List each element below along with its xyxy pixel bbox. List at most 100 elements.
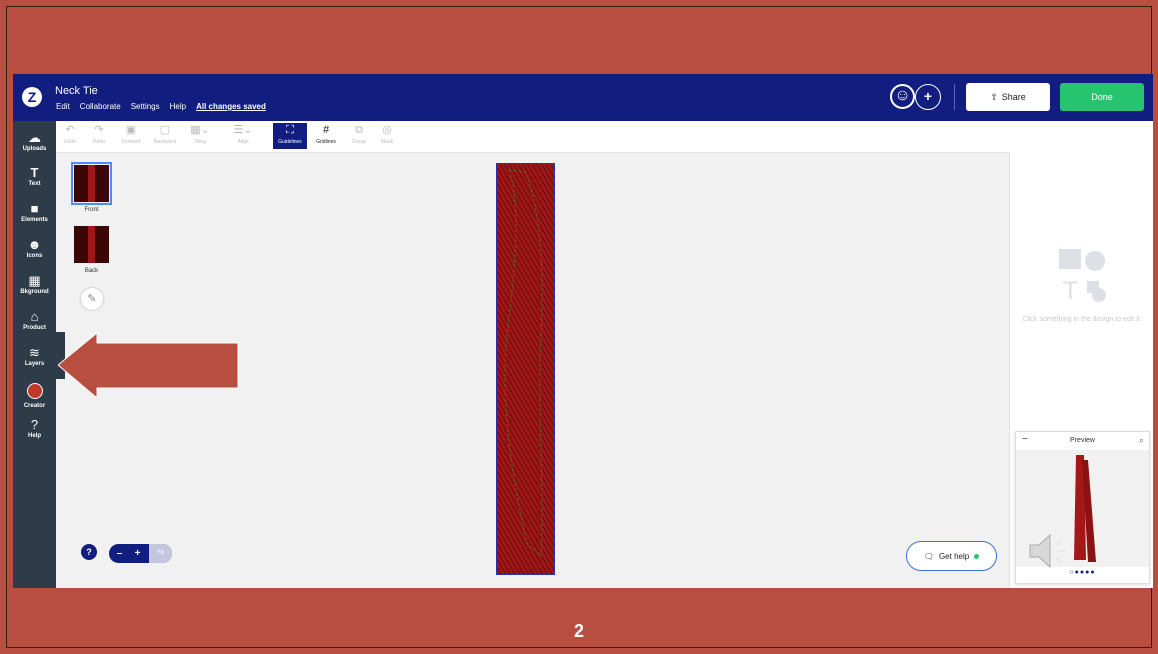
- forward-button[interactable]: ▣ Forward: [120, 123, 142, 145]
- help-icon: ?: [30, 417, 39, 432]
- pointer-arrow-icon: [58, 333, 239, 398]
- layers-icon: ≋: [29, 345, 40, 360]
- cloud-upload-icon: ☁: [28, 130, 41, 145]
- sidebar-item-uploads[interactable]: ☁ Uploads: [13, 130, 56, 152]
- menu-help[interactable]: Help: [170, 102, 186, 111]
- tool-label: Redo: [93, 139, 105, 145]
- tool-label: Guidelines: [278, 139, 302, 145]
- tie-outline: [504, 169, 543, 558]
- zoom-control: – + Fit: [109, 544, 172, 563]
- preview-title: Preview: [1070, 437, 1095, 444]
- sidebar-item-label: Elements: [21, 217, 48, 223]
- zazzle-logo-icon[interactable]: Z: [22, 87, 42, 107]
- tool-label: Gridlines: [316, 139, 336, 145]
- sidebar-item-help[interactable]: ? Help: [13, 417, 56, 439]
- sidebar-item-label: Product: [23, 325, 46, 331]
- sidebar-item-label: Layers: [24, 361, 45, 367]
- zoom-out-button[interactable]: –: [112, 544, 127, 563]
- group-icon: ⧉: [355, 124, 363, 136]
- tool-label: Backward: [154, 139, 176, 145]
- sidebar-item-elements[interactable]: ■ Elements: [13, 201, 56, 223]
- slide-number: 2: [573, 621, 584, 641]
- zoom-in-button[interactable]: +: [130, 544, 145, 563]
- page-thumbnail-front[interactable]: [71, 162, 112, 205]
- sidebar-item-layers[interactable]: ≋ Layers: [13, 345, 56, 367]
- sidebar-item-icons[interactable]: ☻ Icons: [13, 237, 56, 259]
- sidebar-item-label: Bkground: [20, 289, 49, 295]
- sidebar-item-text[interactable]: T Text: [13, 165, 56, 187]
- tie-stripe: [88, 226, 95, 263]
- guidelines-icon: ⛶: [286, 124, 294, 136]
- creator-avatar-icon: [13, 383, 56, 402]
- sidebar-item-label: Creator: [23, 403, 46, 409]
- add-collaborator-button[interactable]: +: [915, 84, 941, 110]
- done-button[interactable]: Done: [1060, 83, 1144, 111]
- user-avatar-icon[interactable]: ☺: [890, 84, 915, 109]
- empty-state-icon: T: [1059, 249, 1106, 305]
- magnify-icon[interactable]: ⌕: [1139, 435, 1144, 446]
- undo-icon: ↶: [65, 124, 75, 136]
- sidebar-item-label: Icons: [26, 253, 43, 259]
- redo-icon: ↷: [94, 124, 104, 136]
- tool-label: Tiling: [194, 139, 206, 145]
- editor-window: Z Neck Tie Edit Collaborate Settings Hel…: [13, 74, 1153, 588]
- sidebar-item-label: Uploads: [22, 146, 47, 152]
- save-status[interactable]: All changes saved: [196, 102, 266, 111]
- mask-icon: ◎: [382, 124, 392, 136]
- page-label-back: Back: [84, 268, 99, 274]
- svg-text:T: T: [1062, 277, 1078, 305]
- document-title[interactable]: Neck Tie: [55, 85, 98, 97]
- menu-bar: Edit Collaborate Settings Help All chang…: [56, 102, 266, 111]
- tool-label: Mask: [381, 139, 393, 145]
- share-icon: ⇧: [990, 91, 998, 102]
- redo-button[interactable]: ↷ Redo: [88, 123, 110, 145]
- menu-collaborate[interactable]: Collaborate: [80, 102, 121, 111]
- get-help-label: Get help: [938, 551, 970, 561]
- align-icon: ☰⌄: [233, 124, 253, 136]
- canvas-help-button[interactable]: ?: [81, 544, 97, 560]
- get-help-button[interactable]: 🗨 Get help: [906, 541, 997, 571]
- tiling-button[interactable]: ▦⌄ Tiling: [189, 123, 211, 145]
- gridlines-button[interactable]: # Gridlines: [315, 123, 337, 145]
- undo-button[interactable]: ↶ Undo: [59, 123, 81, 145]
- chat-icon: 🗨: [923, 551, 934, 561]
- backward-button[interactable]: ▢ Backward: [154, 123, 176, 145]
- forward-icon: ▣: [125, 124, 137, 136]
- page-label-front: Front: [84, 207, 99, 213]
- design-canvas-neck-tie[interactable]: [496, 163, 555, 575]
- empty-state-message: Click something in the design to edit it…: [1022, 316, 1142, 323]
- tie-stripe: [88, 165, 95, 202]
- speaker-icon[interactable]: [1026, 528, 1076, 574]
- guidelines-button[interactable]: ⛶ Guidelines: [273, 123, 307, 149]
- product-icon: ⌂: [30, 309, 39, 324]
- zoom-fit-button[interactable]: Fit: [149, 544, 172, 563]
- header-divider: [954, 84, 955, 110]
- share-label: Share: [1001, 92, 1026, 102]
- sidebar-item-creator[interactable]: Creator: [13, 383, 56, 409]
- menu-settings[interactable]: Settings: [131, 102, 160, 111]
- shapes-icon: ■: [30, 201, 39, 216]
- sidebar-item-label: Help: [27, 433, 41, 439]
- text-icon: T: [30, 165, 39, 180]
- tool-label: Align: [237, 139, 249, 145]
- align-button[interactable]: ☰⌄ Align: [232, 123, 254, 145]
- top-bar: Z Neck Tie Edit Collaborate Settings Hel…: [13, 74, 1153, 121]
- menu-edit[interactable]: Edit: [56, 102, 70, 111]
- mask-button[interactable]: ◎ Mask: [376, 123, 398, 145]
- tiling-icon: ▦⌄: [190, 124, 210, 136]
- tool-label: Forward: [121, 139, 141, 145]
- left-sidebar: ☁ Uploads T Text ■ Elements ☻ Icons ▦ Bk…: [13, 121, 56, 588]
- sidebar-item-label: Text: [28, 181, 41, 187]
- gridlines-icon: #: [322, 124, 330, 136]
- tool-label: Group: [352, 139, 366, 145]
- tool-label: Undo: [64, 139, 76, 145]
- background-icon: ▦: [28, 273, 41, 288]
- share-button[interactable]: ⇧ Share: [966, 83, 1050, 111]
- color-picker-icon[interactable]: ✎: [81, 288, 103, 310]
- group-button[interactable]: ⧉ Group: [348, 123, 370, 145]
- toolbar: ↶ Undo ↷ Redo ▣ Forward ▢ Backward ▦⌄ Ti…: [56, 121, 1153, 153]
- sidebar-item-background[interactable]: ▦ Bkground: [13, 273, 56, 295]
- online-status-dot: [974, 553, 980, 559]
- page-thumbnail-back[interactable]: [74, 226, 109, 263]
- sidebar-item-product[interactable]: ⌂ Product: [13, 309, 56, 331]
